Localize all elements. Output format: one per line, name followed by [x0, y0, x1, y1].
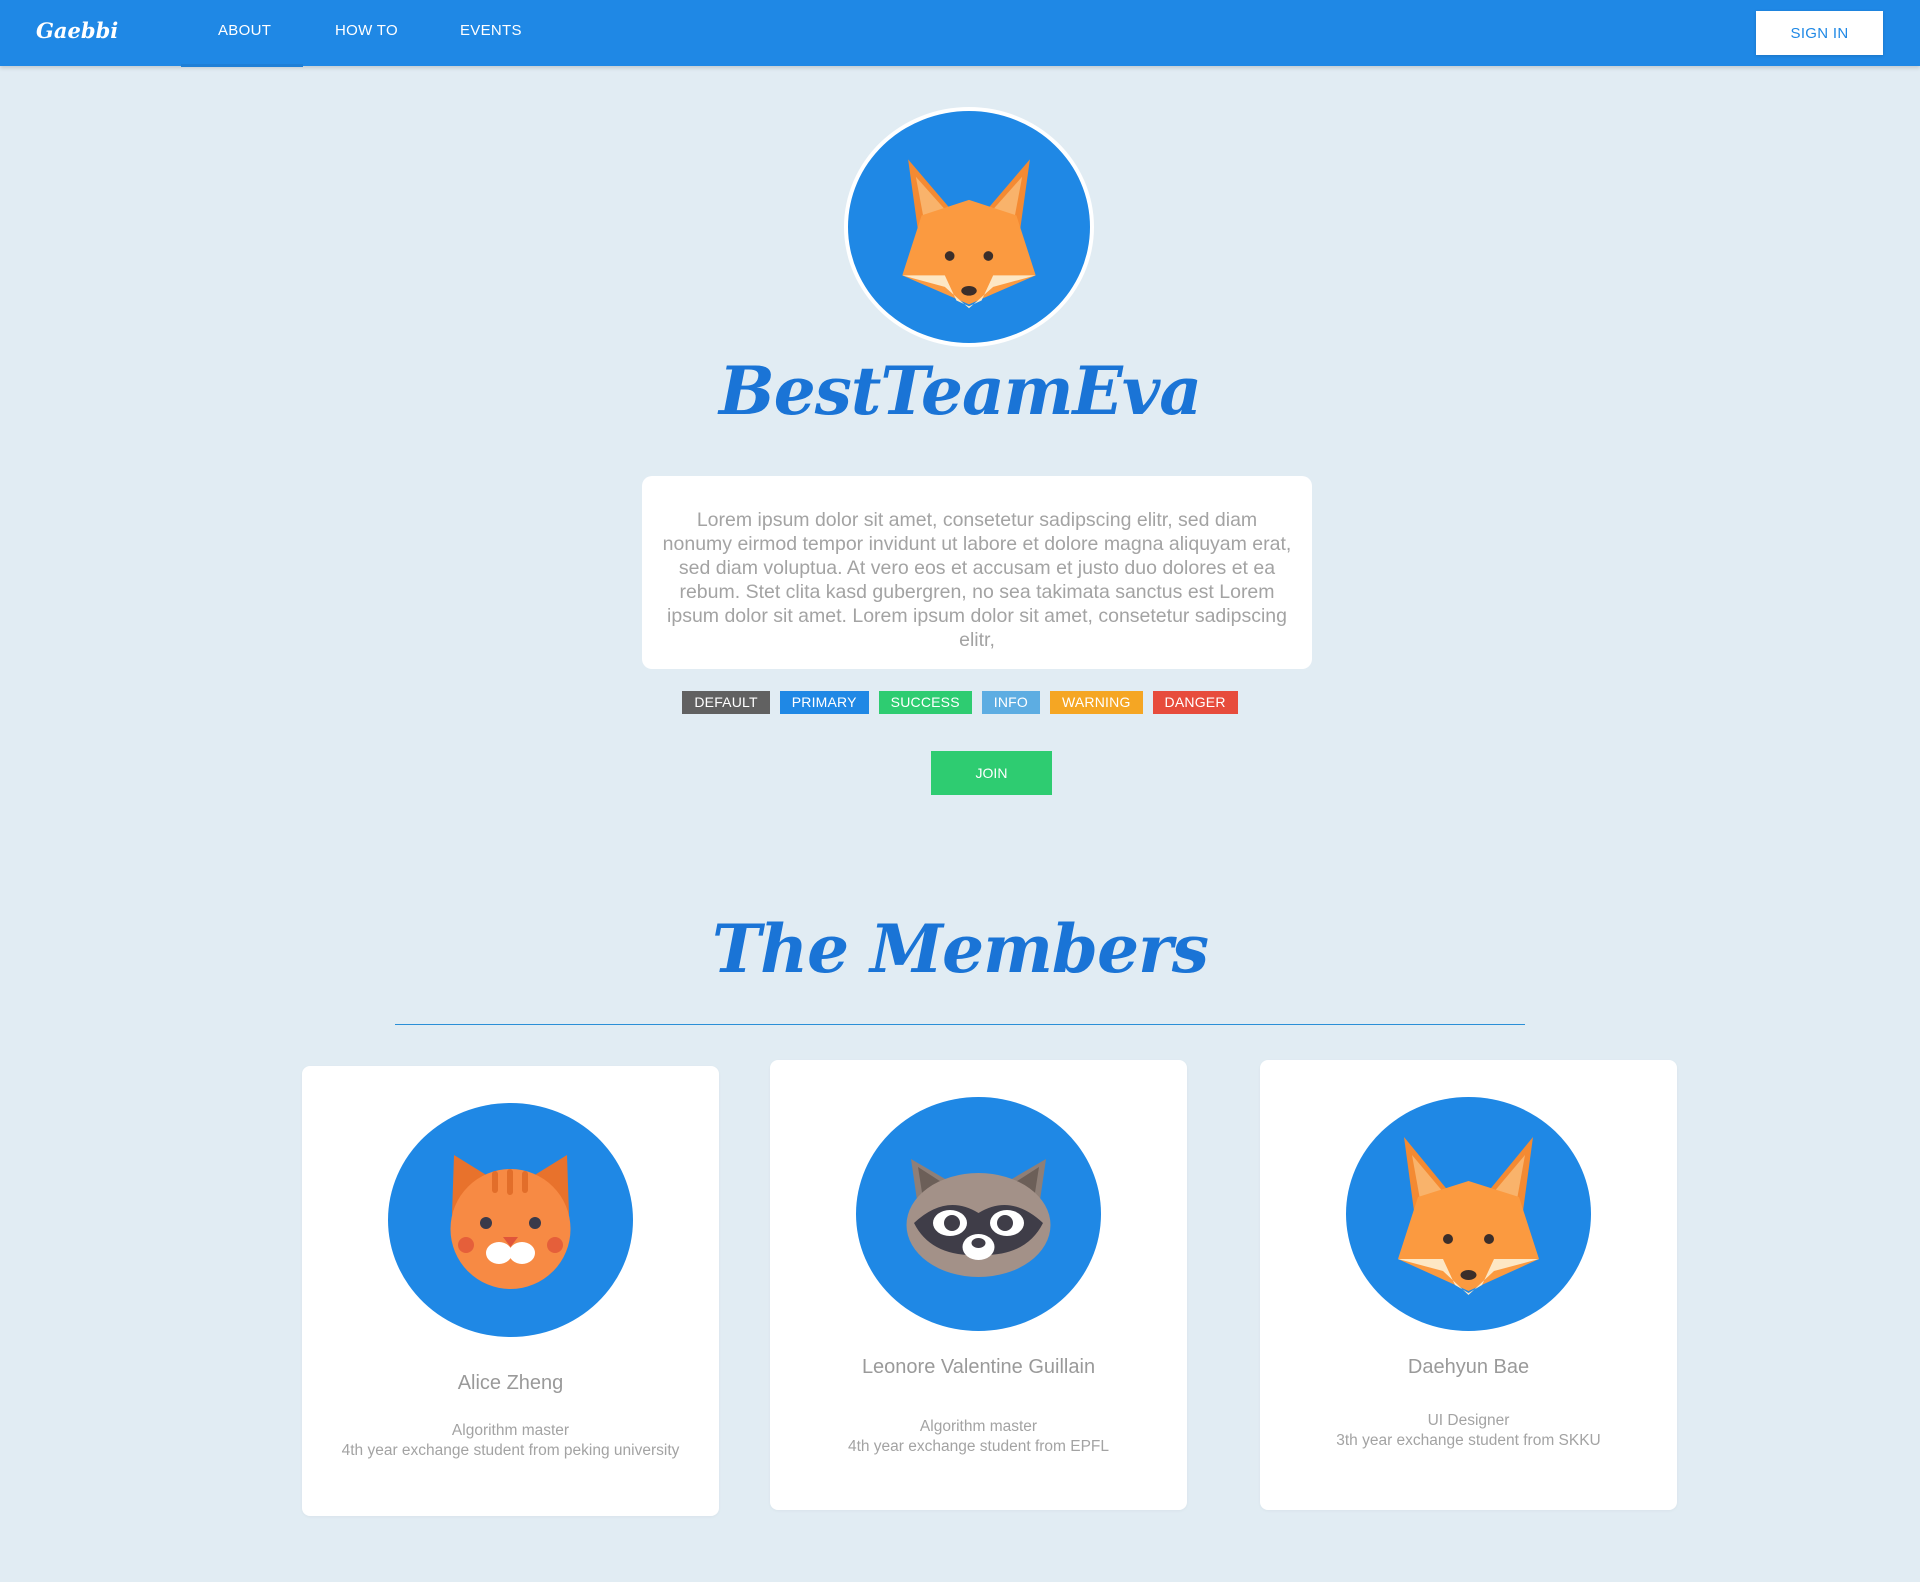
member-bio: 4th year exchange student from peking un…	[341, 1442, 680, 1459]
member-role: UI Designer	[1427, 1412, 1510, 1429]
nav-link-about[interactable]: ABOUT	[218, 22, 271, 39]
member-role: Algorithm master	[919, 1418, 1038, 1435]
tag-danger[interactable]: DANGER	[1152, 691, 1238, 714]
member-avatar	[388, 1103, 633, 1337]
team-description-card: Lorem ipsum dolor sit amet, consetetur s…	[642, 476, 1312, 669]
fox-icon	[1398, 1137, 1539, 1295]
member-card: Leonore Valentine Guillain Algorithm mas…	[770, 1060, 1187, 1510]
raccoon-icon	[906, 1159, 1051, 1277]
cat-icon	[450, 1155, 571, 1289]
member-bio: 4th year exchange student from EPFL	[847, 1438, 1110, 1455]
member-avatar	[856, 1097, 1101, 1331]
tag-default[interactable]: DEFAULT	[682, 691, 770, 714]
team-description: Lorem ipsum dolor sit amet, consetetur s…	[662, 509, 1292, 651]
join-button[interactable]: JOIN	[931, 751, 1052, 795]
team-avatar	[844, 107, 1094, 347]
member-card: Daehyun Bae UI Designer 3th year exchang…	[1260, 1060, 1677, 1510]
tag-success[interactable]: SUCCESS	[878, 691, 972, 714]
member-bio: 3th year exchange student from SKKU	[1336, 1432, 1601, 1449]
member-name: Leonore Valentine Guillain	[861, 1356, 1096, 1378]
tag-primary[interactable]: PRIMARY	[779, 691, 869, 714]
member-name: Daehyun Bae	[1407, 1356, 1530, 1378]
tag-list: DEFAULT PRIMARY SUCCESS INFO WARNING DAN…	[0, 691, 1920, 714]
nav-active-indicator	[181, 64, 303, 67]
brand-logo[interactable]: Gaebbi	[36, 18, 118, 43]
tag-info[interactable]: INFO	[981, 691, 1040, 714]
nav-link-events[interactable]: EVENTS	[460, 22, 522, 39]
member-avatar	[1346, 1097, 1591, 1331]
sign-in-button[interactable]: SIGN IN	[1756, 11, 1883, 55]
member-card: Alice Zheng Algorithm master 4th year ex…	[302, 1066, 719, 1516]
member-name: Alice Zheng	[457, 1372, 564, 1394]
fox-icon	[902, 159, 1036, 309]
team-name: BestTeamEva	[719, 352, 1202, 430]
member-role: Algorithm master	[451, 1422, 570, 1439]
members-heading: The Members	[711, 910, 1209, 988]
navbar: Gaebbi ABOUT HOW TO EVENTS SIGN IN	[0, 0, 1920, 67]
tag-warning[interactable]: WARNING	[1050, 691, 1143, 714]
nav-link-how-to[interactable]: HOW TO	[335, 22, 398, 39]
members-divider	[395, 1024, 1525, 1025]
